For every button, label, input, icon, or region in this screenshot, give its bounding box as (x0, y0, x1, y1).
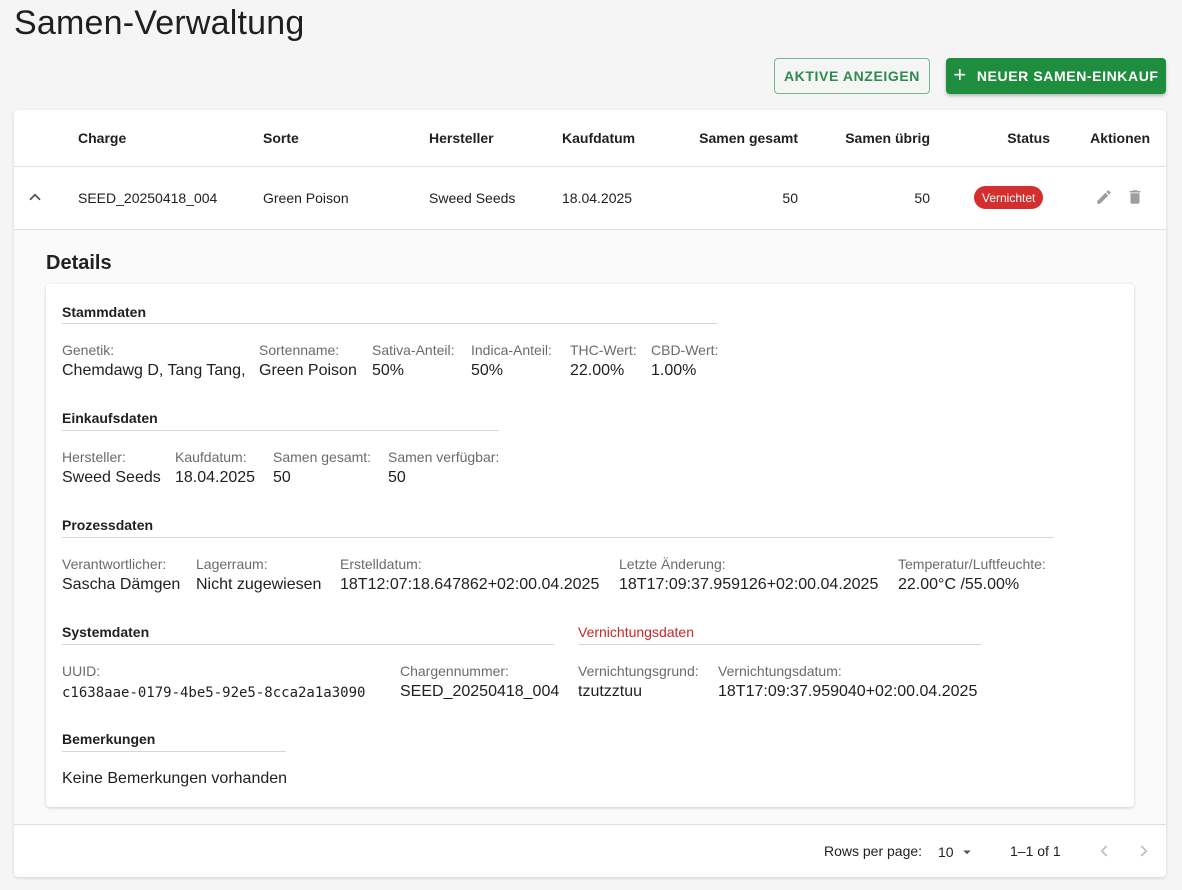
column-header-charge[interactable]: Charge (78, 130, 126, 146)
label-sortenname: Sortenname: (259, 342, 340, 358)
value-kaufdatum: 18.04.2025 (175, 469, 256, 486)
label-samen-verfuegbar: Samen verfügbar: (388, 449, 500, 465)
pagination-range: 1–1 of 1 (1010, 843, 1061, 859)
edit-icon[interactable] (1095, 188, 1113, 206)
column-header-aktionen: Aktionen (1090, 130, 1150, 146)
label-thc: THC-Wert: (570, 342, 637, 358)
label-hersteller: Hersteller: (62, 449, 126, 465)
label-lagerraum: Lagerraum: (196, 556, 268, 572)
section-divider (62, 430, 499, 431)
cell-samen-gesamt: 50 (782, 190, 798, 206)
cell-samen-uebrig: 50 (914, 190, 930, 206)
value-hersteller: Sweed Seeds (62, 469, 161, 486)
label-cbd: CBD-Wert: (651, 342, 719, 358)
value-erstelldatum: 18T12:07:18.647862+02:00.04.2025 (340, 576, 600, 593)
label-vernichtungsdatum: Vernichtungsdatum: (718, 663, 842, 679)
value-cbd: 1.00% (651, 362, 697, 379)
rows-per-page-select[interactable]: 10 (938, 843, 978, 861)
label-chargennummer: Chargennummer: (400, 663, 509, 679)
chevron-right-icon[interactable] (1135, 842, 1153, 860)
value-sortenname: Green Poison (259, 362, 357, 379)
section-divider (62, 751, 286, 752)
value-thc: 22.00% (570, 362, 625, 379)
section-title-vernichtungsdaten: Vernichtungsdaten (578, 624, 694, 640)
label-uuid: UUID: (62, 663, 101, 679)
section-divider (578, 644, 982, 645)
value-letzte-aenderung: 18T17:09:37.959126+02:00.04.2025 (619, 576, 879, 593)
show-active-label: Aktive anzeigen (783, 68, 921, 84)
value-samen-gesamt: 50 (273, 469, 291, 486)
cell-kaufdatum: 18.04.2025 (562, 190, 633, 206)
value-uuid: c1638aae-0179-4be5-92e5-8cca2a1a3090 (62, 685, 366, 701)
delete-icon[interactable] (1126, 188, 1144, 206)
plus-icon: + (953, 62, 967, 87)
section-divider (62, 644, 554, 645)
footer-divider (14, 824, 1166, 825)
label-temperatur: Temperatur/Luftfeuchte: (898, 556, 1046, 572)
value-samen-verfuegbar: 50 (388, 469, 406, 486)
value-indica: 50% (471, 362, 504, 379)
dropdown-arrow-icon (962, 850, 971, 855)
status-badge: Vernichtet (974, 186, 1044, 209)
chevron-up-icon[interactable] (26, 188, 44, 206)
cell-sorte: Green Poison (263, 190, 349, 206)
section-title-stammdaten: Stammdaten (62, 304, 147, 320)
label-vernichtungsgrund: Vernichtungsgrund: (578, 663, 699, 679)
column-header-samen-gesamt[interactable]: Samen gesamt (654, 130, 798, 146)
details-title: Details (46, 252, 112, 274)
column-header-hersteller[interactable]: Hersteller (429, 130, 494, 146)
rows-per-page-label: Rows per page: (824, 843, 923, 859)
section-title-prozessdaten: Prozessdaten (62, 517, 154, 533)
rows-per-page-value: 10 (938, 844, 954, 860)
chevron-left-icon[interactable] (1095, 842, 1113, 860)
new-seed-purchase-button[interactable]: + Neuer Samen-Einkauf (946, 58, 1166, 94)
label-indica: Indica-Anteil: (471, 342, 552, 358)
section-divider (62, 537, 1054, 538)
value-verantwortlicher: Sascha Dämgen (62, 576, 181, 593)
cell-charge: SEED_20250418_004 (78, 190, 218, 206)
value-chargennummer: SEED_20250418_004 (400, 683, 560, 700)
new-seed-purchase-label: Neuer Samen-Einkauf (976, 68, 1159, 84)
section-title-einkaufsdaten: Einkaufsdaten (62, 410, 158, 426)
label-verantwortlicher: Verantwortlicher: (62, 556, 167, 572)
column-header-sorte[interactable]: Sorte (263, 130, 299, 146)
column-header-kaufdatum[interactable]: Kaufdatum (562, 130, 635, 146)
section-title-bemerkungen: Bemerkungen (62, 731, 156, 747)
show-active-button[interactable]: Aktive anzeigen (774, 58, 930, 94)
label-samen-gesamt: Samen gesamt: (273, 449, 372, 465)
label-kaufdatum: Kaufdatum: (175, 449, 247, 465)
label-sativa: Sativa-Anteil: (372, 342, 455, 358)
column-header-status[interactable]: Status (954, 130, 1050, 146)
label-genetik: Genetik: (62, 342, 115, 358)
section-title-systemdaten: Systemdaten (62, 624, 150, 640)
section-divider (62, 323, 717, 324)
value-sativa: 50% (372, 362, 405, 379)
header-divider (14, 166, 1166, 167)
value-vernichtungsgrund: tzutzztuu (578, 683, 643, 700)
seed-table-card: Charge Sorte Hersteller Kaufdatum Samen … (14, 110, 1166, 877)
details-card: Stammdaten Genetik: Chemdawg D, Tang Tan… (46, 284, 1134, 807)
page-title: Samen-Verwaltung (14, 4, 305, 42)
value-lagerraum: Nicht zugewiesen (196, 576, 322, 593)
cell-hersteller: Sweed Seeds (429, 190, 516, 206)
column-header-samen-uebrig[interactable]: Samen übrig (804, 130, 930, 146)
value-vernichtungsdatum: 18T17:09:37.959040+02:00.04.2025 (718, 683, 978, 700)
label-letzte-aenderung: Letzte Änderung: (619, 556, 726, 572)
value-genetik: Chemdawg D, Tang Tang, (62, 362, 246, 379)
label-erstelldatum: Erstelldatum: (340, 556, 422, 572)
remarks-text: Keine Bemerkungen vorhanden (62, 770, 288, 787)
value-temperatur: 22.00°C /55.00% (898, 576, 1020, 593)
